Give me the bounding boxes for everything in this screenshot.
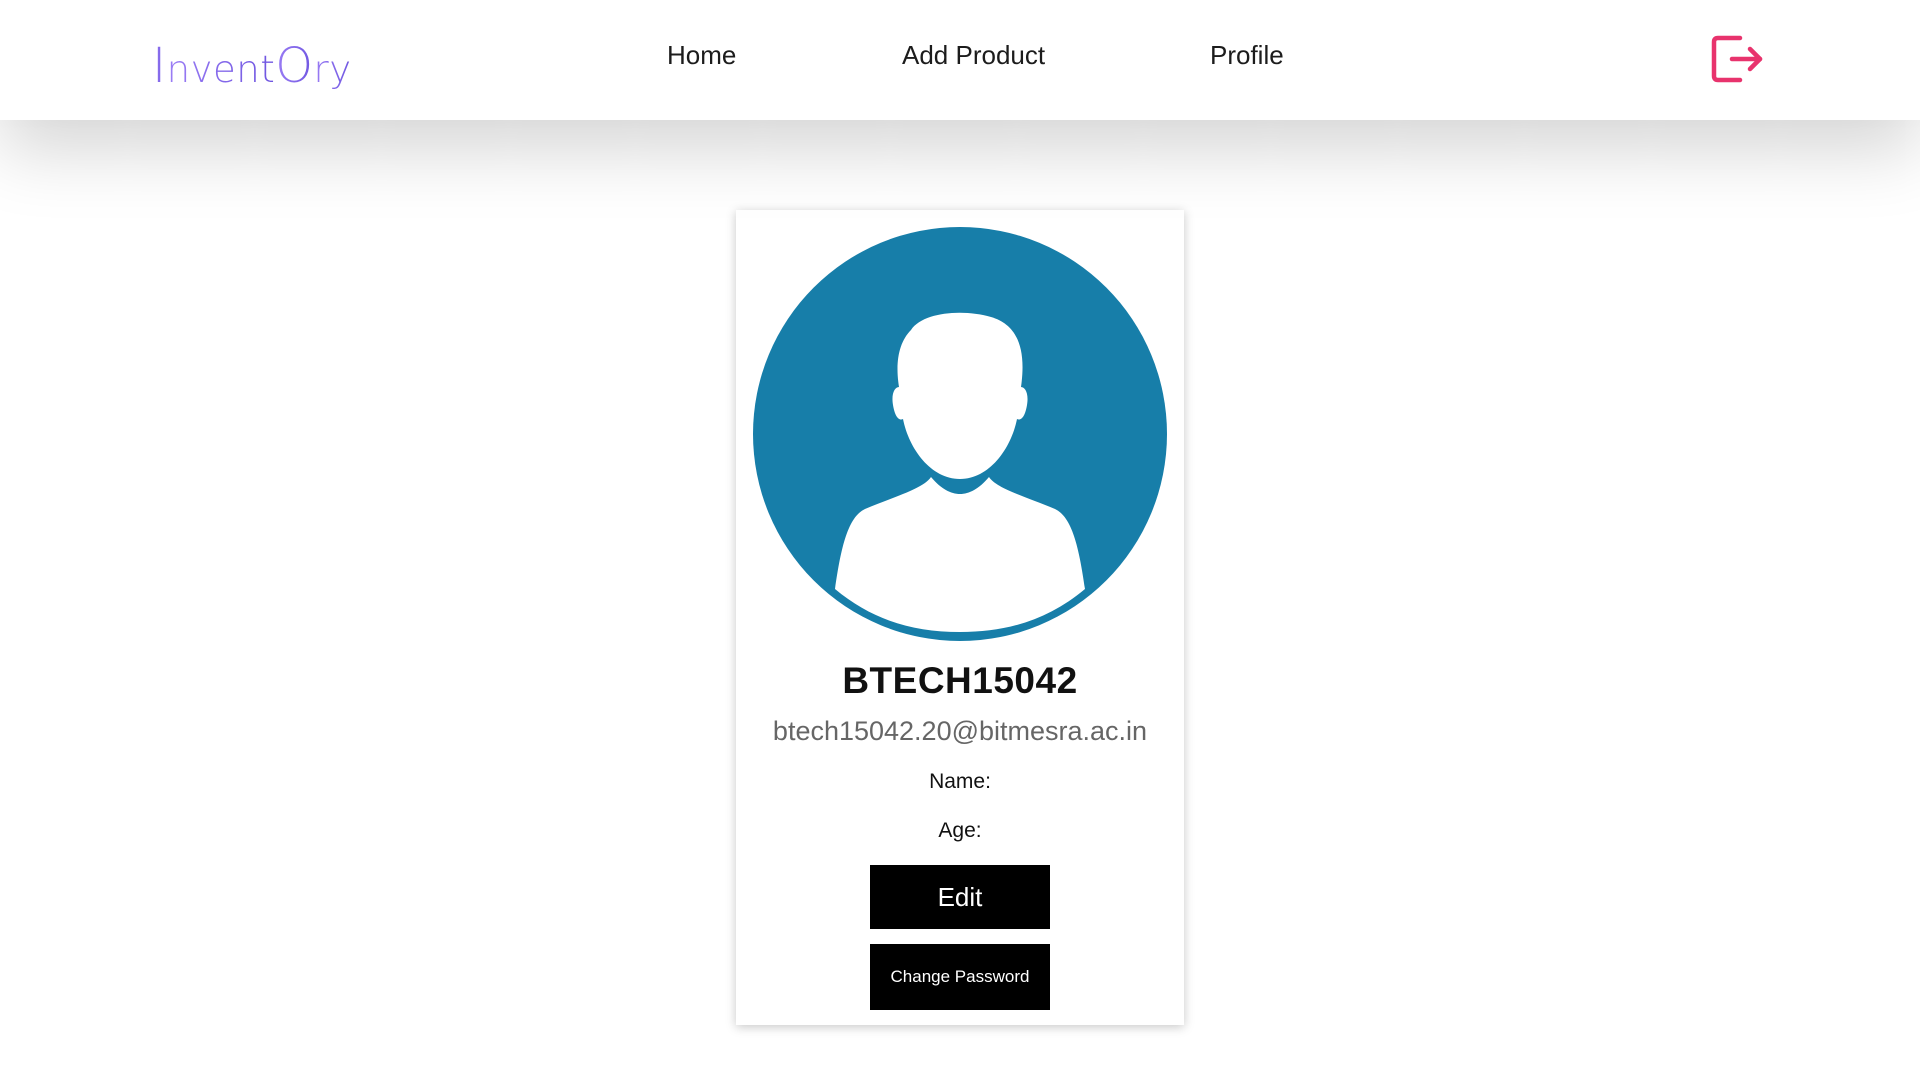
nav-home-link[interactable]: Home [667,40,736,71]
profile-card: BTECH15042 btech15042.20@bitmesra.ac.in … [736,210,1184,1025]
nav-links: Home Add Product Profile [0,40,1920,80]
avatar [753,227,1167,641]
age-field-label: Age: [938,819,982,842]
profile-username: BTECH15042 [842,660,1078,701]
profile-email: btech15042.20@bitmesra.ac.in [772,716,1148,746]
top-navbar: InventOry Home Add Product Profile [0,0,1920,120]
nav-profile-link[interactable]: Profile [1210,40,1284,71]
logout-button[interactable] [1708,32,1766,86]
logout-arrow-icon [1711,35,1763,83]
change-password-button[interactable]: Change Password [870,944,1050,1010]
name-field-label: Name: [929,770,991,793]
nav-add-product-link[interactable]: Add Product [902,40,1045,71]
user-avatar-icon [753,227,1167,641]
edit-button[interactable]: Edit [870,865,1050,929]
